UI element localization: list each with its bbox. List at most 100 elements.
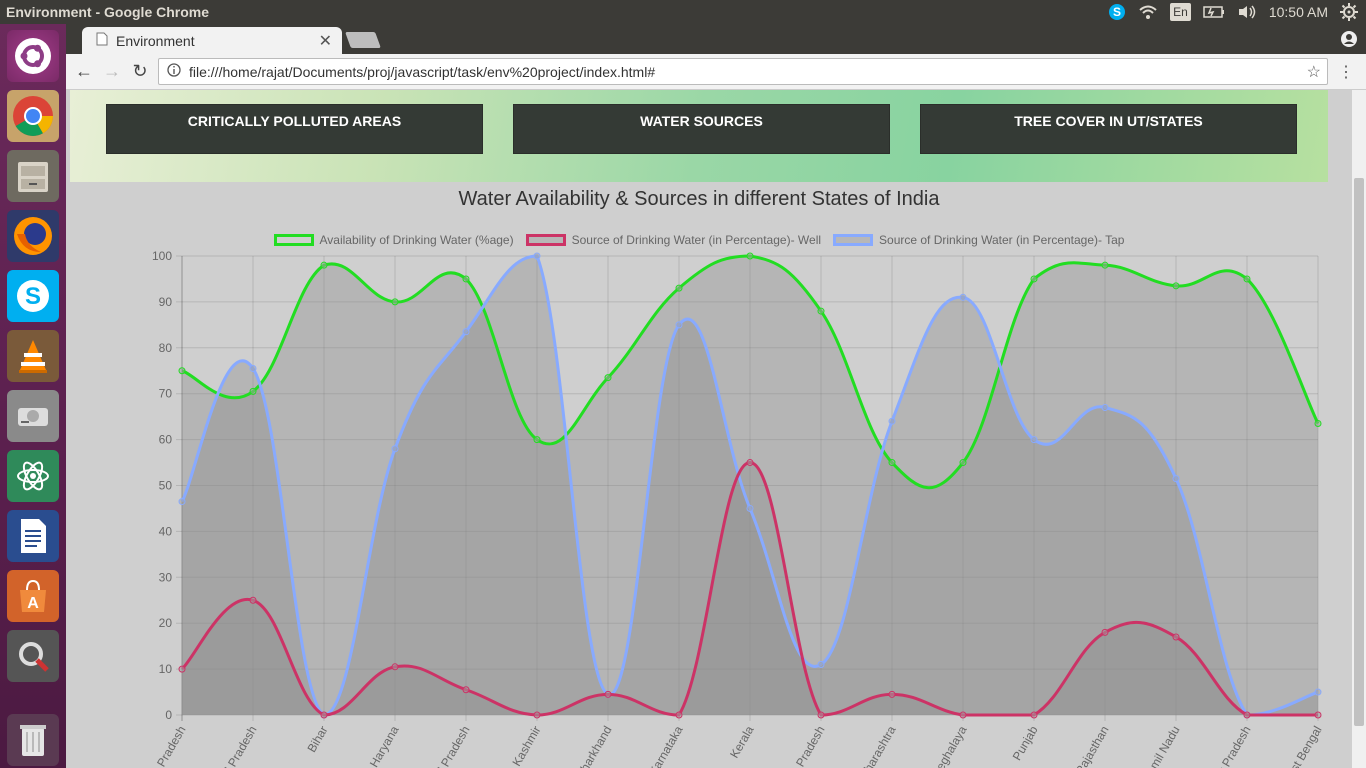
wifi-icon[interactable] <box>1138 3 1158 21</box>
page-icon <box>96 32 108 49</box>
data-point <box>1314 420 1322 428</box>
launcher-sidebar: S A <box>0 24 66 768</box>
x-tick-label: aharashtra <box>858 723 899 768</box>
profile-icon[interactable] <box>1340 30 1358 53</box>
browser-toolbar: ← → ↻ file:///home/rajat/Documents/proj/… <box>66 54 1366 90</box>
data-point <box>320 261 328 269</box>
data-point <box>249 596 257 604</box>
writer-document-icon[interactable] <box>7 510 59 562</box>
disk-drive-icon[interactable] <box>7 390 59 442</box>
data-point <box>1101 261 1109 269</box>
x-tick-label: Kerala <box>727 723 757 760</box>
x-tick-label: Meghalaya <box>928 723 970 768</box>
svg-text:S: S <box>25 283 41 310</box>
data-point <box>817 307 825 315</box>
data-point <box>1172 633 1180 641</box>
data-point <box>817 711 825 719</box>
system-settings-icon[interactable] <box>7 630 59 682</box>
data-point <box>1243 275 1251 283</box>
tab-title: Environment <box>116 32 195 49</box>
address-bar[interactable]: file:///home/rajat/Documents/proj/javasc… <box>158 58 1328 85</box>
y-tick-label: 80 <box>159 341 173 355</box>
page-content: CRITICALLY POLLUTED AREAS WATER SOURCES … <box>66 90 1352 768</box>
data-point <box>249 387 257 395</box>
svg-text:A: A <box>27 595 39 612</box>
software-center-icon[interactable]: A <box>7 570 59 622</box>
x-tick-label: a Pradesh <box>788 724 827 768</box>
new-tab-button[interactable] <box>345 32 381 48</box>
data-point <box>178 498 186 506</box>
settings-gear-icon[interactable] <box>1340 3 1358 21</box>
data-point <box>675 284 683 292</box>
close-tab-icon[interactable]: ✕ <box>319 31 332 51</box>
data-point <box>959 459 967 467</box>
firefox-icon[interactable] <box>7 210 59 262</box>
tab-environment[interactable]: Environment ✕ <box>82 27 342 54</box>
data-point <box>249 364 257 372</box>
battery-icon[interactable] <box>1203 3 1225 21</box>
data-point <box>1101 403 1109 411</box>
reload-icon[interactable]: ↻ <box>126 61 154 82</box>
data-point <box>320 711 328 719</box>
files-icon[interactable] <box>7 150 59 202</box>
y-tick-label: 0 <box>165 708 172 722</box>
x-tick-label: al Pradesh <box>219 724 260 768</box>
atom-editor-icon[interactable] <box>7 450 59 502</box>
data-point <box>1314 688 1322 696</box>
trash-icon[interactable] <box>7 714 59 766</box>
forward-arrow-icon[interactable]: → <box>98 61 126 82</box>
svg-text:S: S <box>1113 5 1121 19</box>
volume-icon[interactable] <box>1237 3 1257 21</box>
y-tick-label: 70 <box>159 387 173 401</box>
data-point <box>1172 475 1180 483</box>
data-point <box>533 252 541 260</box>
data-point <box>1030 436 1038 444</box>
chrome-icon[interactable] <box>7 90 59 142</box>
info-icon[interactable] <box>167 63 181 80</box>
data-point <box>391 445 399 453</box>
data-point <box>178 367 186 375</box>
x-tick-label: Rajasthan <box>1072 724 1111 768</box>
system-top-bar: Environment - Google Chrome S En 10:50 A… <box>0 0 1366 24</box>
data-point <box>533 711 541 719</box>
skype-icon[interactable]: S <box>7 270 59 322</box>
data-point <box>1101 628 1109 636</box>
ubuntu-dash-icon[interactable] <box>7 30 59 82</box>
data-point <box>746 504 754 512</box>
data-point <box>959 711 967 719</box>
x-tick-label: Jharkhand <box>574 724 614 768</box>
data-point <box>1030 711 1038 719</box>
vlc-icon[interactable] <box>7 330 59 382</box>
back-arrow-icon[interactable]: ← <box>70 61 98 82</box>
url-text: file:///home/rajat/Documents/proj/javasc… <box>189 63 656 80</box>
data-point <box>533 436 541 444</box>
data-point <box>178 665 186 673</box>
data-point <box>462 686 470 694</box>
bookmark-star-icon[interactable]: ☆ <box>1307 62 1321 82</box>
data-point <box>746 252 754 260</box>
keyboard-layout-indicator[interactable]: En <box>1170 3 1191 21</box>
y-tick-label: 30 <box>159 570 173 584</box>
x-tick-label: a Pradesh <box>149 724 188 768</box>
x-tick-label: Bihar <box>304 723 330 754</box>
y-tick-label: 60 <box>159 433 173 447</box>
water-chart: 0 10 20 30 40 50 60 70 80 90 100 a Pradesh al Prades… <box>149 249 1324 768</box>
scrollbar-thumb[interactable] <box>1354 178 1364 726</box>
data-point <box>675 711 683 719</box>
data-point <box>1243 711 1251 719</box>
y-tick-label: 40 <box>159 524 173 538</box>
data-point <box>1172 282 1180 290</box>
data-point <box>888 459 896 467</box>
data-point <box>391 663 399 671</box>
y-tick-label: 90 <box>159 295 173 309</box>
x-tick-label: Tamil Nadu <box>1140 724 1182 768</box>
data-point <box>604 374 612 382</box>
skype-tray-icon[interactable]: S <box>1108 3 1126 21</box>
page-scrollbar[interactable] <box>1352 90 1366 768</box>
clock[interactable]: 10:50 AM <box>1269 4 1328 20</box>
window-title: Environment - Google Chrome <box>6 4 210 20</box>
menu-dots-icon[interactable]: ⋮ <box>1338 62 1354 82</box>
tab-strip: Environment ✕ <box>66 24 1366 54</box>
data-point <box>391 298 399 306</box>
data-point <box>462 328 470 336</box>
